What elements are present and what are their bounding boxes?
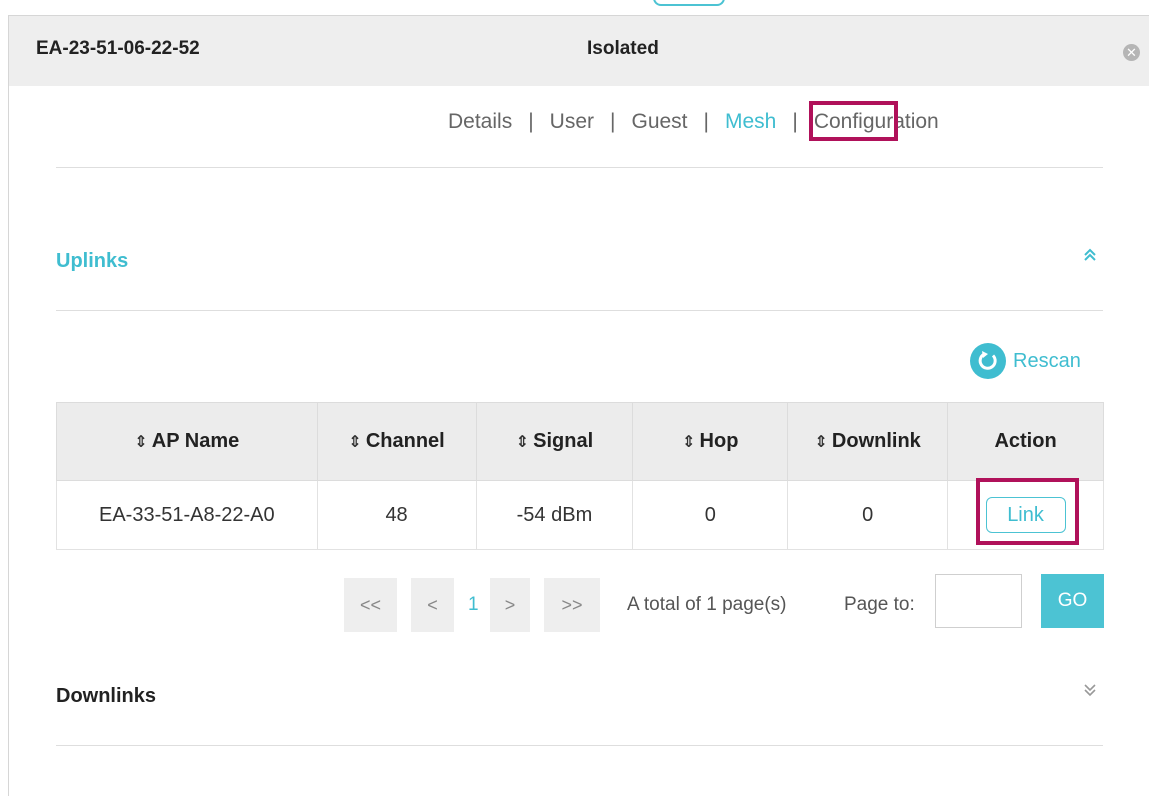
close-icon[interactable]: ✕ [1123, 44, 1140, 61]
last-page-button[interactable]: >> [544, 578, 600, 632]
first-page-button[interactable]: << [344, 578, 397, 632]
column-header-channel[interactable]: ⇕ Channel [316, 402, 477, 481]
downlinks-divider [56, 745, 1103, 746]
column-header-downlink[interactable]: ⇕ Downlink [787, 402, 949, 481]
cell-downlink: 0 [787, 480, 949, 550]
cell-channel: 48 [316, 480, 477, 550]
prev-page-button[interactable]: < [411, 578, 454, 632]
column-header-ap-name[interactable]: ⇕ AP Name [56, 402, 318, 481]
tab-mesh[interactable]: Mesh [723, 110, 778, 134]
cell-hop: 0 [632, 480, 789, 550]
rescan-button[interactable]: Rescan [970, 343, 1081, 379]
link-button[interactable]: Link [985, 497, 1066, 533]
table-row: EA-33-51-A8-22-A0 48 -54 dBm 0 0 Link [56, 480, 1104, 550]
tabs-divider [56, 167, 1103, 168]
tab-details[interactable]: Details [446, 110, 514, 134]
current-page-number[interactable]: 1 [468, 578, 479, 632]
tab-separator: | [610, 110, 616, 133]
panel-header: EA-23-51-06-22-52 Isolated ✕ [9, 16, 1149, 86]
tab-separator: | [528, 110, 534, 133]
sort-icon: ⇕ [134, 434, 148, 451]
double-chevron-up-icon[interactable] [1083, 248, 1097, 266]
tab-guest[interactable]: Guest [629, 110, 689, 134]
sort-icon: ⇕ [515, 434, 530, 451]
sort-icon: ⇕ [814, 434, 828, 451]
uplinks-title[interactable]: Uplinks [56, 250, 128, 273]
next-page-button[interactable]: > [490, 578, 530, 632]
sort-icon: ⇕ [348, 434, 362, 451]
page-number-input[interactable] [935, 574, 1022, 628]
page-to-label: Page to: [844, 594, 915, 615]
uplinks-divider [56, 310, 1103, 311]
tab-separator: | [703, 110, 709, 133]
go-button[interactable]: GO [1041, 574, 1104, 628]
cell-signal: -54 dBm [475, 480, 634, 550]
tab-user[interactable]: User [548, 110, 596, 134]
device-status: Isolated [587, 38, 659, 59]
device-name: EA-23-51-06-22-52 [36, 38, 200, 59]
column-header-action: Action [947, 402, 1104, 481]
rescan-label: Rescan [1013, 349, 1081, 372]
downlinks-title[interactable]: Downlinks [56, 685, 156, 708]
sort-icon: ⇕ [682, 434, 696, 451]
tab-separator: | [792, 110, 798, 133]
column-header-signal[interactable]: ⇕ Signal [475, 402, 634, 481]
double-chevron-down-icon[interactable] [1083, 683, 1097, 701]
cell-ap-name: EA-33-51-A8-22-A0 [56, 480, 318, 550]
table-header-row: ⇕ AP Name ⇕ Channel ⇕ Signal ⇕ Hop ⇕ Downlink… [56, 402, 1104, 481]
mesh-tab-highlight-box [809, 101, 898, 141]
cell-action: Link [947, 480, 1104, 550]
column-header-hop[interactable]: ⇕ Hop [632, 402, 789, 481]
refresh-icon [970, 343, 1006, 379]
uplinks-table: ⇕ AP Name ⇕ Channel ⇕ Signal ⇕ Hop ⇕ Downlink… [56, 402, 1104, 550]
total-pages-text: A total of 1 page(s) [627, 594, 787, 615]
top-tab-indicator [653, 0, 725, 6]
